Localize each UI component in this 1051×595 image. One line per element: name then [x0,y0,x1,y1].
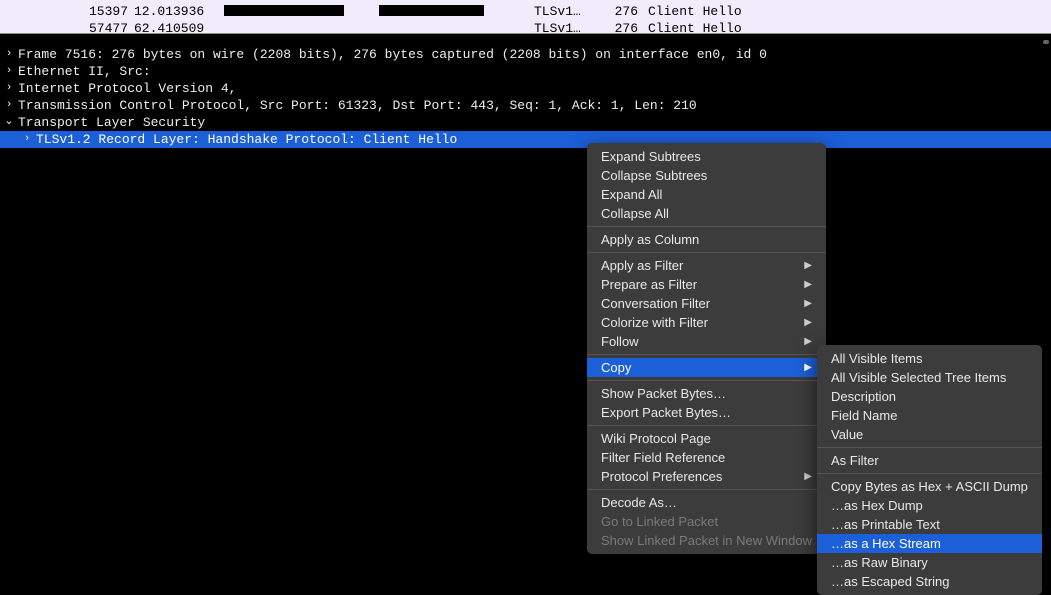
submenu-arrow-icon: ▶ [804,468,812,485]
redacted-text [158,65,618,76]
redacted-text [244,82,544,93]
menu-collapse-all[interactable]: Collapse All [587,204,826,223]
tree-label: Frame 7516: 276 bytes on wire (2208 bits… [18,46,767,63]
chevron-down-icon: ⌄ [0,114,18,131]
submenu-all-visible[interactable]: All Visible Items [817,349,1042,368]
context-menu: Expand Subtrees Collapse Subtrees Expand… [587,143,826,554]
col-time: 62.410509 [128,20,218,34]
menu-conversation-filter[interactable]: Conversation Filter▶ [587,294,826,313]
col-length: 276 [604,20,638,34]
col-number: 15397 [76,3,128,20]
submenu-raw-binary[interactable]: …as Raw Binary [817,553,1042,572]
menu-prepare-filter[interactable]: Prepare as Filter▶ [587,275,826,294]
packet-list-panel: 15397 12.013936 TLSv1… 276 Client Hello … [0,0,1051,34]
tree-label: TLSv1.2 Record Layer: Handshake Protocol… [36,131,457,148]
chevron-right-icon: › [0,97,18,114]
tree-item-ethernet[interactable]: › Ethernet II, Src: [0,63,1051,80]
menu-copy[interactable]: Copy▶ [587,358,826,377]
submenu-all-visible-selected[interactable]: All Visible Selected Tree Items [817,368,1042,387]
submenu-value[interactable]: Value [817,425,1042,444]
tree-item-tcp[interactable]: › Transmission Control Protocol, Src Por… [0,97,1051,114]
menu-show-packet-bytes[interactable]: Show Packet Bytes… [587,384,826,403]
menu-expand-all[interactable]: Expand All [587,185,826,204]
menu-separator [587,489,826,490]
submenu-printable[interactable]: …as Printable Text [817,515,1042,534]
tree-label: Ethernet II, Src: [18,63,158,80]
packet-list-row[interactable]: 57477 62.410509 TLSv1… 276 Client Hello [0,20,1051,34]
submenu-arrow-icon: ▶ [804,314,812,331]
menu-protocol-prefs[interactable]: Protocol Preferences▶ [587,467,826,486]
menu-apply-filter[interactable]: Apply as Filter▶ [587,256,826,275]
menu-collapse-subtrees[interactable]: Collapse Subtrees [587,166,826,185]
menu-linked-packet: Go to Linked Packet [587,512,826,531]
col-protocol: TLSv1… [528,3,604,20]
tree-label: Internet Protocol Version 4, [18,80,244,97]
menu-separator [587,425,826,426]
col-source [218,20,373,34]
menu-wiki-page[interactable]: Wiki Protocol Page [587,429,826,448]
menu-separator [587,354,826,355]
tree-item-tls-record[interactable]: › TLSv1.2 Record Layer: Handshake Protoc… [0,131,1051,148]
submenu-as-filter[interactable]: As Filter [817,451,1042,470]
menu-follow[interactable]: Follow▶ [587,332,826,351]
packet-details-panel: › Frame 7516: 276 bytes on wire (2208 bi… [0,34,1051,148]
chevron-right-icon: › [0,46,18,63]
col-number: 57477 [76,20,128,34]
tree-label: Transport Layer Security [18,114,205,131]
menu-filter-field-ref[interactable]: Filter Field Reference [587,448,826,467]
submenu-field-name[interactable]: Field Name [817,406,1042,425]
submenu-arrow-icon: ▶ [804,333,812,350]
menu-export-packet-bytes[interactable]: Export Packet Bytes… [587,403,826,422]
copy-submenu: All Visible Items All Visible Selected T… [817,345,1042,595]
col-info: Client Hello [638,20,742,34]
submenu-arrow-icon: ▶ [804,295,812,312]
col-destination [373,3,528,20]
col-info: Client Hello [638,3,742,20]
chevron-right-icon: › [18,131,36,148]
menu-linked-window: Show Linked Packet in New Window [587,531,826,550]
submenu-arrow-icon: ▶ [804,359,812,376]
submenu-arrow-icon: ▶ [804,257,812,274]
menu-colorize-filter[interactable]: Colorize with Filter▶ [587,313,826,332]
col-source [218,3,373,20]
col-length: 276 [604,3,638,20]
packet-list-row[interactable]: 15397 12.013936 TLSv1… 276 Client Hello [0,3,1051,20]
tree-label: Transmission Control Protocol, Src Port:… [18,97,697,114]
chevron-right-icon: › [0,80,18,97]
submenu-hex-ascii[interactable]: Copy Bytes as Hex + ASCII Dump [817,477,1042,496]
tree-item-tls[interactable]: ⌄ Transport Layer Security [0,114,1051,131]
submenu-hex-stream[interactable]: …as a Hex Stream [817,534,1042,553]
submenu-hex-dump[interactable]: …as Hex Dump [817,496,1042,515]
tree-item-ip[interactable]: › Internet Protocol Version 4, [0,80,1051,97]
menu-apply-column[interactable]: Apply as Column [587,230,826,249]
col-protocol: TLSv1… [528,20,604,34]
col-destination [373,20,528,34]
scrollbar-thumb[interactable] [1043,40,1049,44]
menu-separator [587,380,826,381]
menu-expand-subtrees[interactable]: Expand Subtrees [587,147,826,166]
menu-separator [587,252,826,253]
menu-separator [817,447,1042,448]
menu-decode-as[interactable]: Decode As… [587,493,826,512]
submenu-arrow-icon: ▶ [804,276,812,293]
tree-item-frame[interactable]: › Frame 7516: 276 bytes on wire (2208 bi… [0,46,1051,63]
chevron-right-icon: › [0,63,18,80]
submenu-escaped-string[interactable]: …as Escaped String [817,572,1042,591]
menu-separator [587,226,826,227]
menu-separator [817,473,1042,474]
col-time: 12.013936 [128,3,218,20]
submenu-description[interactable]: Description [817,387,1042,406]
